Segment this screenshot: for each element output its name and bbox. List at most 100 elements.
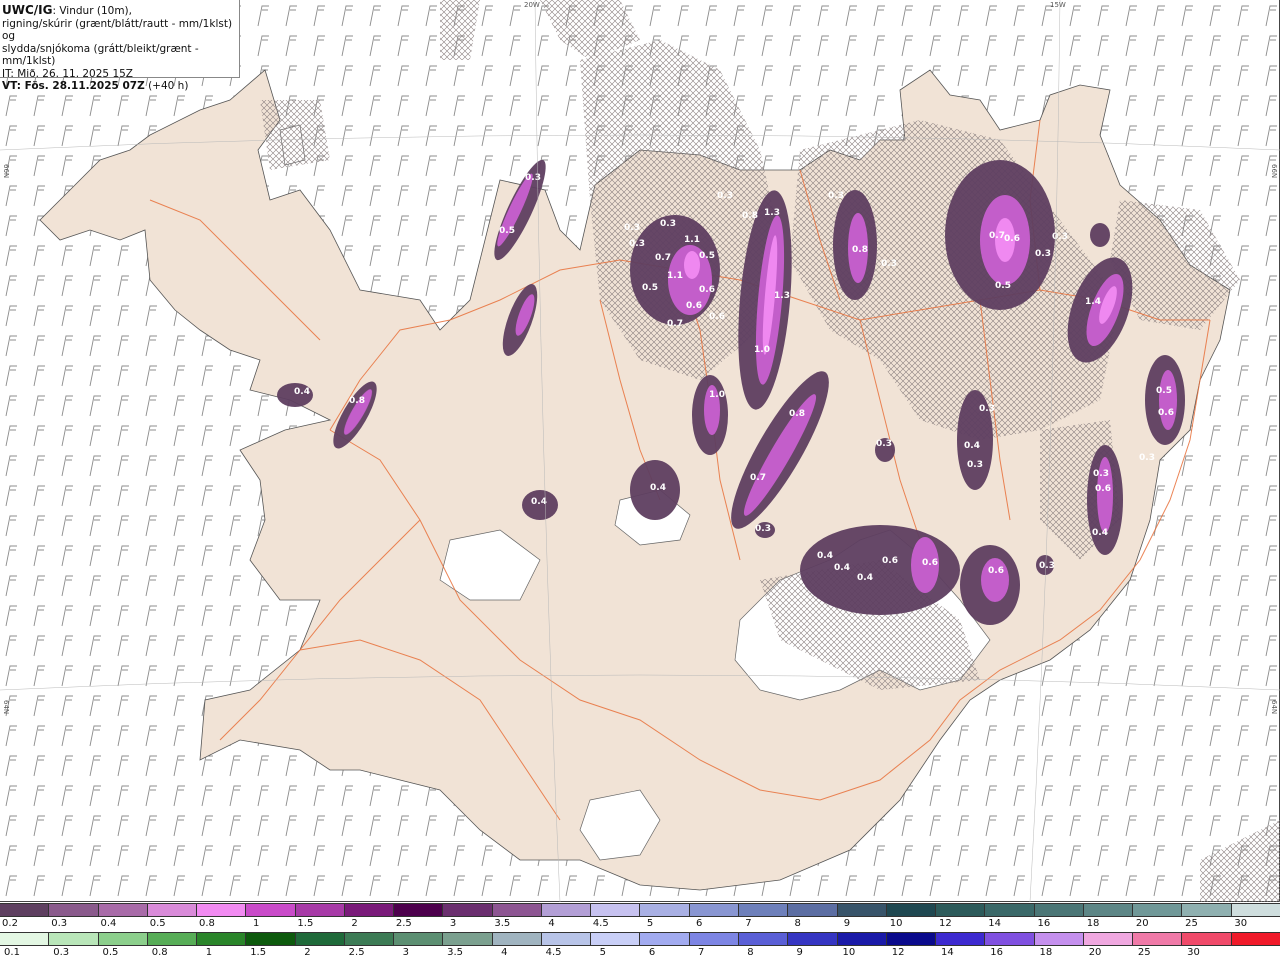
colorbar-tick-label: 16 (990, 947, 1003, 958)
colorbar-swatch (935, 933, 985, 945)
lon-label-15w: 15W (1050, 1, 1066, 9)
colorbar-tick-label: 6 (696, 918, 703, 929)
colorbar-tick-label: 0.3 (53, 947, 70, 958)
precip-value-label: 0.6 (882, 556, 898, 566)
rain-colorbar-labels: 0.1 0.3 0.5 0.8 1 1.5 2 2.5 3 3.5 4 4.5 5 6 7 8 9 10 12 14 1… (0, 947, 1280, 959)
lat-label-66n-left: 66N (2, 164, 10, 179)
precip-value-label: 0.6 (1158, 408, 1174, 418)
colorbar-tick-label: 8 (794, 918, 801, 929)
colorbar-swatch (885, 933, 936, 945)
precip-value-label: 0.3 (717, 191, 733, 201)
colorbar-tick-label: 0.8 (151, 947, 168, 958)
colorbar-swatch (245, 933, 295, 945)
precip-value-label: 0.6 (686, 301, 702, 311)
colorbar-tick-label: 8 (747, 947, 754, 958)
colorbar-tick-label: 25 (1185, 918, 1198, 929)
precip-value-label: 0.5 (499, 226, 515, 236)
colorbar-swatch (442, 904, 492, 916)
colorbar-tick-label: 5 (599, 947, 606, 958)
colorbar-swatch (393, 904, 443, 916)
precip-value-label: 0.4 (531, 497, 547, 507)
precip-value-label: 1.1 (684, 235, 700, 245)
init-time: IT: Mið. 26. 11. 2025 15Z (2, 67, 133, 80)
colorbar-swatch (688, 904, 738, 916)
colorbar-tick-label: 4.5 (545, 947, 562, 958)
colorbar-tick-label: 20 (1088, 947, 1102, 958)
precip-value-label: 0.8 (852, 245, 868, 255)
colorbar-swatch (836, 904, 886, 916)
colorbar-swatch (639, 933, 689, 945)
colorbar-tick-label: 3.5 (447, 947, 464, 958)
colorbar-tick-label: 6 (648, 947, 656, 958)
lat-label-64n-right: 64N (1270, 700, 1278, 715)
colorbar-swatch (1082, 904, 1133, 916)
iceland-precip-map[interactable]: 0.30.5 0.30.30.30.50.71.11.10.50.60.60.70… (0, 0, 1280, 902)
colorbar-tick-label: 30 (1234, 918, 1248, 929)
colorbar-swatch (935, 904, 985, 916)
precip-value-label: 0.4 (857, 573, 873, 583)
colorbar-tick-label: 0.5 (149, 918, 166, 929)
colorbar-tick-label: 30 (1187, 947, 1200, 958)
precip-value-label: 1.0 (709, 390, 725, 400)
colorbar-tick-label: 20 (1135, 918, 1149, 929)
colorbar-swatch (48, 933, 98, 945)
colorbar-swatch (639, 904, 689, 916)
product-name: UWC/IG (2, 3, 53, 17)
precip-value-label: 0.7 (989, 231, 1005, 241)
precip-value-label: 0.4 (964, 441, 980, 451)
precip-value-label: 0.3 (881, 259, 897, 269)
colorbar-swatch (688, 933, 738, 945)
colorbar-tick-label: 1.5 (250, 947, 267, 958)
colorbar-tick-label: 5 (646, 918, 654, 929)
colorbar-swatch (787, 904, 837, 916)
precip-value-label: 0.3 (1052, 232, 1068, 242)
colorbar-tick-label: 7 (698, 947, 705, 958)
colorbar-swatch (245, 904, 295, 916)
colorbar-swatch (984, 933, 1034, 945)
lead-time: (+40 h) (148, 80, 189, 92)
precip-value-label: 0.3 (979, 404, 995, 414)
colorbar-tick-label: 4 (501, 947, 508, 958)
precip-value-label: 0.8 (742, 211, 758, 221)
precip-value-label: 0.3 (1039, 561, 1055, 571)
precip-value-label: 0.4 (1092, 528, 1108, 538)
colorbar-tick-label: 2.5 (348, 947, 365, 958)
precip-value-label: 0.4 (294, 387, 310, 397)
colorbar-swatch (0, 933, 49, 945)
precip-value-label: 0.8 (349, 396, 365, 406)
colorbar-swatch (1033, 904, 1083, 916)
colorbar-tick-label: 18 (1039, 947, 1053, 958)
colorbar-swatch (1230, 904, 1280, 916)
precip-value-label: 0.3 (876, 439, 892, 449)
precip-value-label: 0.5 (699, 251, 715, 261)
colorbar-swatch (1230, 933, 1280, 945)
colorbar-swatch (146, 933, 197, 945)
colorbar-tick-label: 1 (205, 947, 213, 958)
colorbar-tick-label: 18 (1086, 918, 1100, 929)
colorbar-tick-label: 9 (796, 947, 803, 958)
colorbar-tick-label: 9 (843, 918, 851, 929)
colorbar-swatch (491, 933, 541, 945)
precip-value-label: 0.6 (699, 285, 715, 295)
precip-value-label: 0.4 (834, 563, 850, 573)
colorbar-tick-label: 0.2 (2, 918, 18, 929)
lat-label-64n-left: 64N (2, 700, 10, 715)
colorbar-tick-label: 4.5 (592, 918, 609, 929)
precip-value-label: 1.0 (754, 345, 770, 355)
title-line-2: rigning/skúrir (grænt/blátt/rautt - mm/1… (2, 17, 233, 43)
precip-value-label: 0.3 (828, 191, 844, 201)
colorbar-tick-label: 2 (304, 947, 311, 958)
colorbar-tick-label: 25 (1137, 947, 1151, 958)
colorbar-tick-label: 3.5 (494, 918, 511, 929)
colorbar-tick-label: 0.1 (4, 947, 20, 958)
precip-value-label: 1.3 (774, 291, 790, 301)
valid-time-bold: VT: Fös. 28.11.2025 07Z (2, 80, 145, 92)
colorbar-swatch (97, 904, 147, 916)
colorbar-tick-label: 3 (402, 947, 410, 958)
precip-value-label: 0.7 (750, 473, 766, 483)
valid-time: VT: Fös. 28.11.2025 07Z (+40 h) (2, 80, 237, 93)
precip-value-label: 0.3 (755, 524, 771, 534)
colorbar-swatch (1033, 933, 1083, 945)
map-frame: 0.3 0.5 0.3 0.3 0.3 0.5 0.7 1.1 1.1 0.5 0.6 0.6 0.7 0… (0, 0, 1280, 902)
product-desc: : Vindur (10m), (52, 5, 132, 17)
